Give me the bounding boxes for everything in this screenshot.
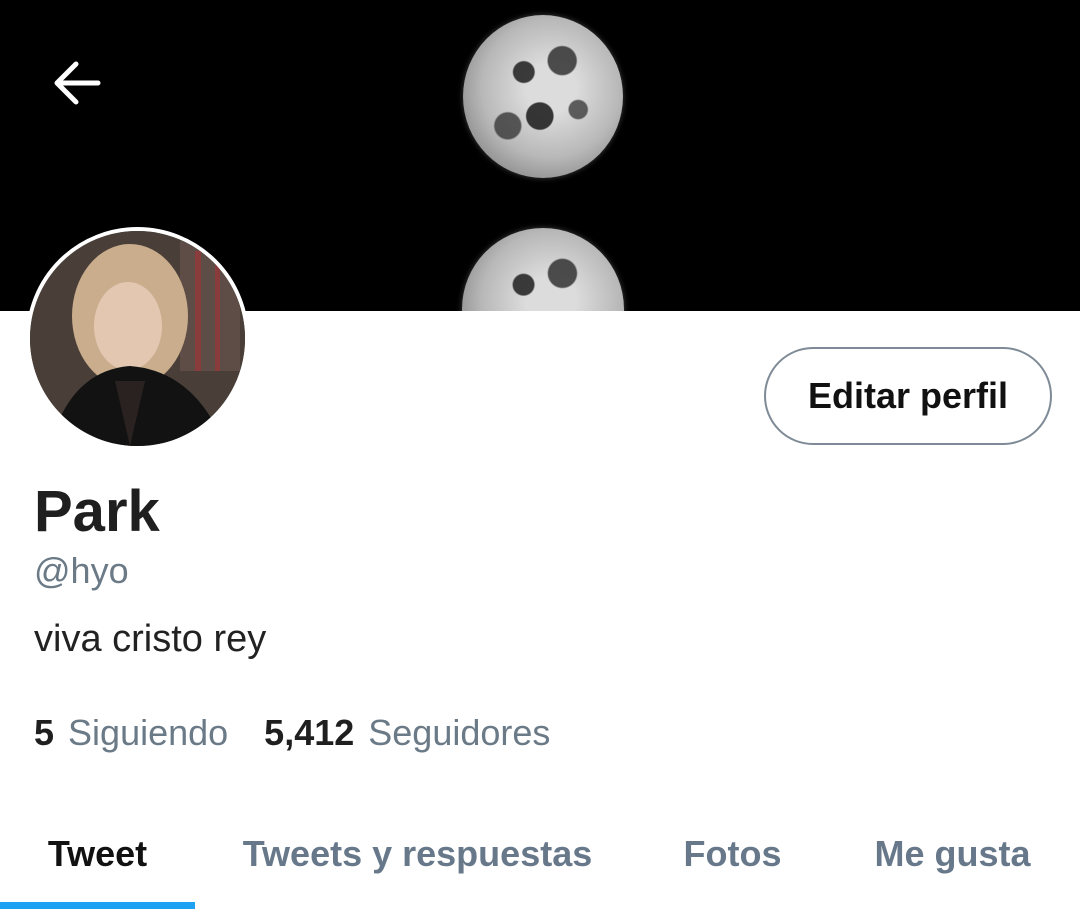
followers-label: Seguidores — [368, 712, 551, 753]
profile-stats: 5 Siguiendo 5,412 Seguidores — [34, 712, 550, 754]
back-button[interactable] — [44, 50, 110, 116]
tab-tweets[interactable]: Tweet — [0, 800, 195, 908]
active-tab-indicator — [0, 902, 195, 909]
tab-likes[interactable]: Me gusta — [845, 800, 1060, 908]
avatar[interactable] — [26, 227, 249, 450]
followers-link[interactable]: 5,412 Seguidores — [264, 712, 550, 754]
tab-photos[interactable]: Fotos — [640, 800, 825, 908]
following-label: Siguiendo — [68, 712, 229, 753]
profile-bio: viva cristo rey — [34, 618, 267, 660]
avatar-photo — [30, 231, 245, 446]
following-count: 5 — [34, 712, 55, 753]
moon-image-bottom — [462, 228, 624, 311]
arrow-left-icon — [54, 61, 101, 105]
display-name: Park — [34, 479, 160, 544]
profile-tabs: Tweet Tweets y respuestas Fotos Me gusta — [0, 800, 1080, 916]
followers-count: 5,412 — [264, 712, 355, 753]
user-handle: @hyo — [34, 550, 129, 591]
moon-image-top — [463, 15, 623, 178]
following-link[interactable]: 5 Siguiendo — [34, 712, 228, 754]
tab-tweets-and-replies[interactable]: Tweets y respuestas — [205, 800, 630, 908]
edit-profile-button[interactable]: Editar perfil — [764, 347, 1052, 445]
